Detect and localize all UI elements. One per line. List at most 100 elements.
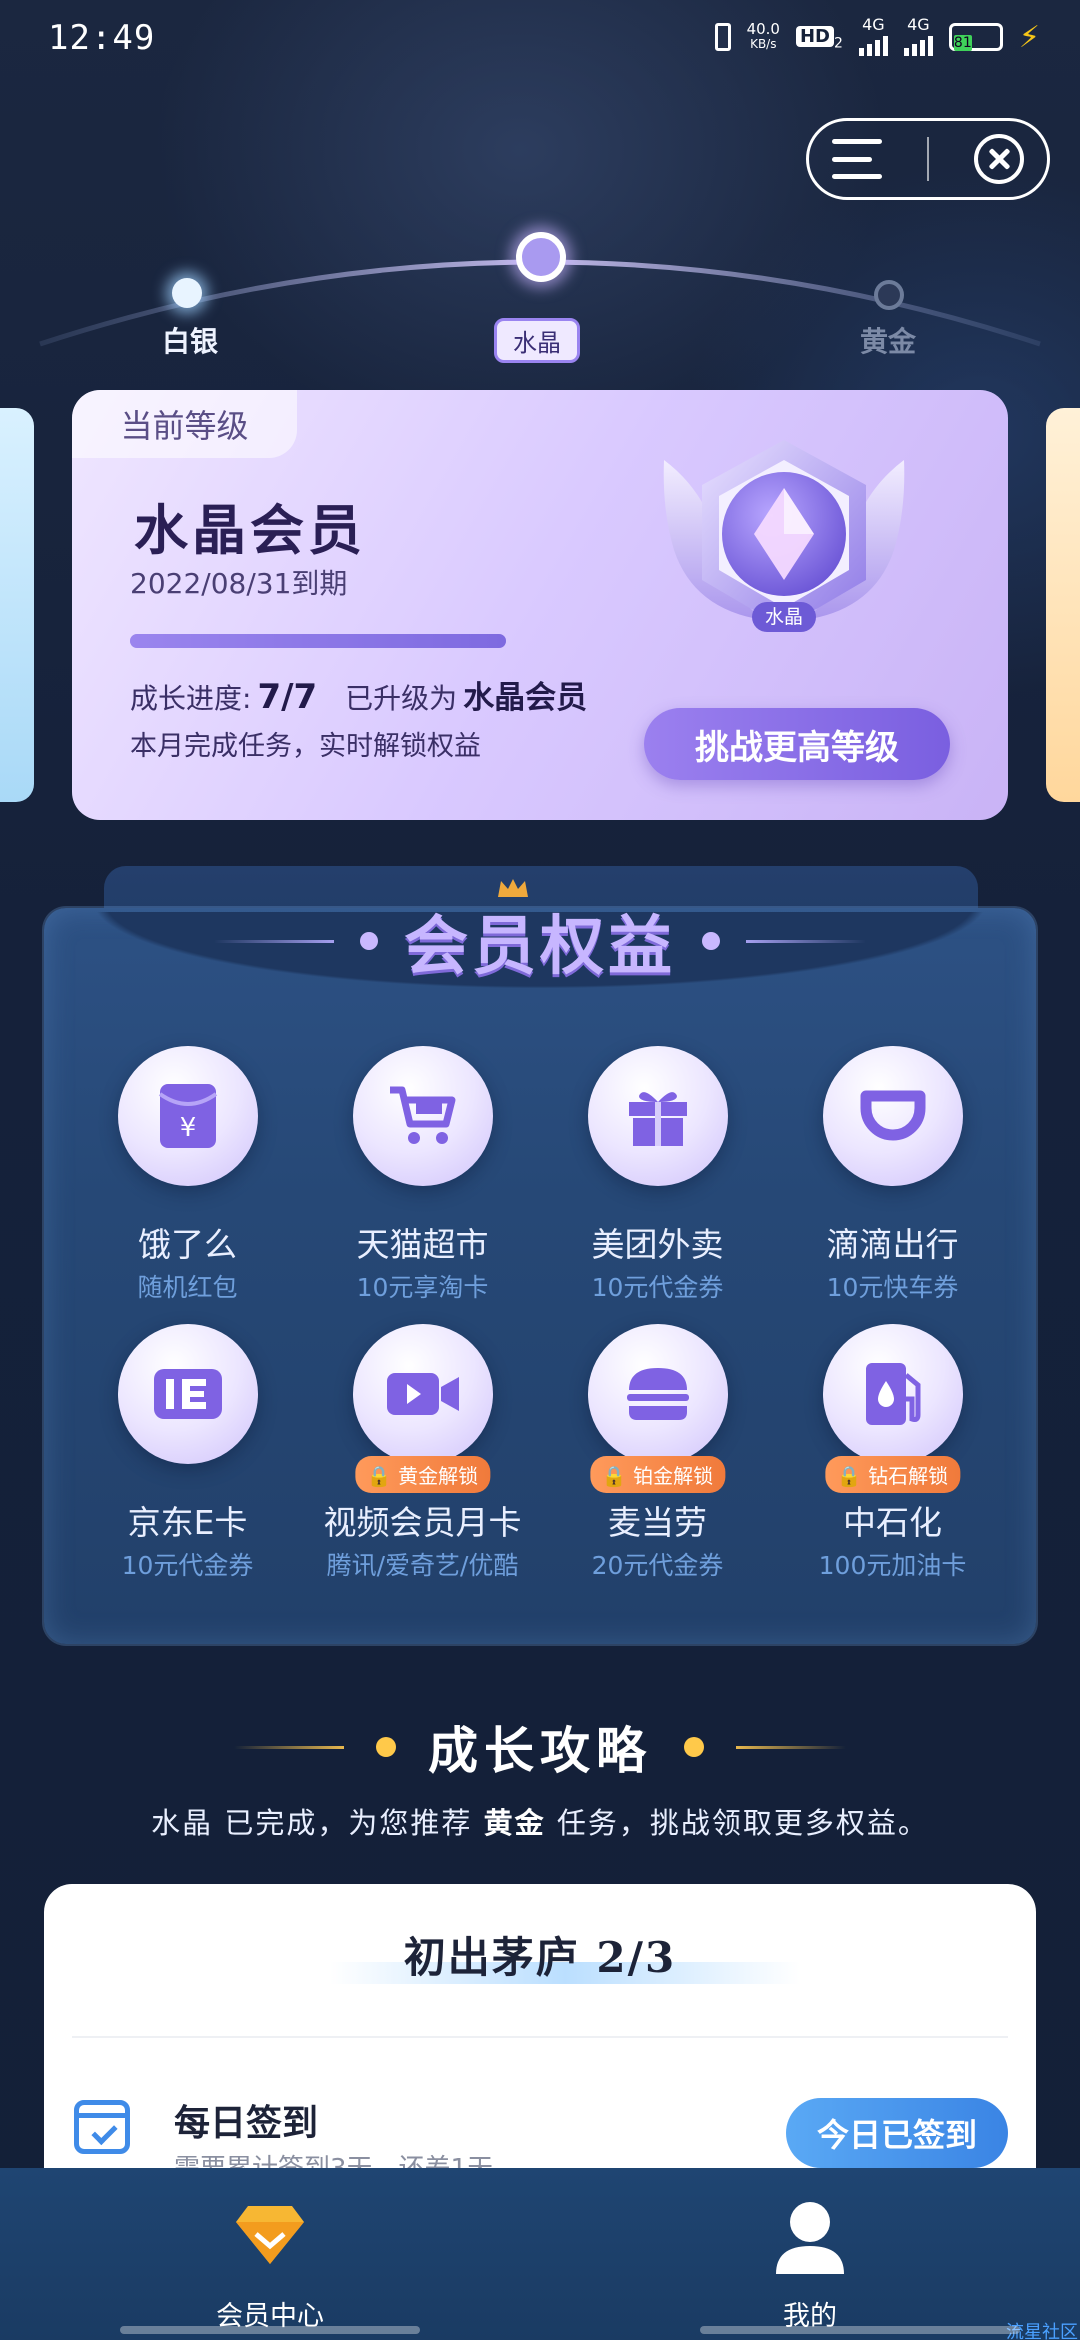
bottom-nav: 会员中心 我的 (0, 2168, 1080, 2340)
lock-text: 铂金解锁 (633, 1464, 714, 1488)
status-time: 12:49 (48, 18, 156, 58)
benefit-item-jd[interactable]: 京东E卡 10元代金券 (70, 1324, 305, 1602)
benefit-name: 中石化 (843, 1503, 942, 1542)
video-camera-icon (352, 1324, 493, 1464)
strategy-line-right (736, 1745, 846, 1749)
gesture-bar-right (700, 2326, 1020, 2334)
signal-2: 4G (903, 15, 933, 56)
red-envelope-icon: ¥ (117, 1046, 258, 1186)
growth-progress-fill (130, 634, 506, 648)
divider (72, 2036, 1008, 2038)
diamond-icon (236, 2206, 304, 2264)
level-hint: 本月完成任务，实时解锁权益 (130, 731, 481, 762)
strategy-header: 成长攻略 (0, 1712, 1080, 1782)
benefit-name: 滴滴出行 (826, 1225, 959, 1264)
signal-bars-icon (903, 32, 933, 56)
lock-badge: 🔒 黄金解锁 (354, 1456, 491, 1493)
level-label-gold[interactable]: 黄金 (860, 320, 916, 360)
expire-date: 2022/08/31到期 (130, 567, 348, 600)
vibrate-icon (714, 23, 731, 51)
next-level-card[interactable] (1046, 408, 1080, 802)
battery-icon: 81 (948, 23, 1003, 51)
burger-icon (587, 1324, 728, 1464)
growth-value: 7/7 (257, 677, 318, 717)
benefit-item-didi[interactable]: 滴滴出行 10元快车券 (775, 1046, 1010, 1324)
lock-text: 钻石解锁 (868, 1464, 949, 1488)
benefit-sub: 腾讯/爱奇艺/优酷 (326, 1551, 519, 1580)
e-card-icon (117, 1324, 258, 1464)
benefit-sub: 100元加油卡 (818, 1551, 967, 1580)
level-label-crystal[interactable]: 水晶 (494, 318, 580, 363)
status-indicators: 40.0 KB/s HD 2 4G 4G 81 ⚡ (714, 15, 1040, 56)
title-dot-right (702, 932, 720, 950)
shopping-cart-icon (352, 1046, 493, 1186)
benefit-sub: 10元享淘卡 (356, 1273, 489, 1302)
battery-level: 81 (953, 35, 972, 51)
benefit-item-sinopec[interactable]: 🔒 钻石解锁 中石化 100元加油卡 (775, 1324, 1010, 1602)
net-speed: 40.0 KB/s (747, 22, 780, 52)
close-icon[interactable] (974, 134, 1025, 184)
level-dot-silver[interactable] (172, 278, 202, 308)
sim1-label: 4G (862, 15, 885, 34)
didi-logo-icon (822, 1046, 963, 1186)
menu-icon[interactable] (831, 139, 882, 179)
crown-icon (498, 879, 528, 897)
signal-bars-icon (858, 32, 888, 56)
signed-in-today-button[interactable]: 今日已签到 (786, 2098, 1008, 2168)
benefit-sub: 10元代金券 (591, 1273, 724, 1302)
level-dot-gold[interactable] (874, 280, 904, 310)
strategy-sub-level: 黄金 (483, 1806, 546, 1840)
task-name: 每日签到 (174, 2102, 319, 2144)
signal-1: 4G (858, 15, 888, 56)
level-label-silver[interactable]: 白银 (162, 320, 218, 360)
lock-text: 黄金解锁 (398, 1464, 479, 1488)
net-speed-value: 40.0 (746, 20, 780, 38)
level-title: 水晶会员 (134, 498, 366, 562)
benefit-sub: 10元快车券 (826, 1273, 959, 1302)
strategy-sub-prefix: 水晶 已完成，为您推荐 (151, 1806, 484, 1840)
current-level-card: 当前等级 水晶会员 2022/08/31到期 成长进度: 7/7 已升级为 水晶… (72, 390, 1008, 820)
mini-app-capsule (806, 118, 1050, 200)
lock-badge: 🔒 钻石解锁 (824, 1456, 961, 1493)
benefit-sub: 20元代金券 (591, 1551, 724, 1580)
benefit-item-eleme[interactable]: ¥ 饿了么 随机红包 (70, 1046, 305, 1324)
gesture-bar-left (120, 2326, 420, 2334)
sim2-label: 4G (907, 15, 930, 34)
upgraded-level: 水晶会员 (463, 680, 588, 716)
strategy-dot-left (376, 1737, 396, 1757)
gift-box-icon (587, 1046, 728, 1186)
upgraded-prefix: 已升级为 (345, 682, 458, 715)
lock-badge: 🔒 铂金解锁 (589, 1456, 726, 1493)
prev-level-card[interactable] (0, 408, 34, 802)
capsule-divider (926, 137, 929, 181)
benefit-item-video[interactable]: 🔒 黄金解锁 视频会员月卡 腾讯/爱奇艺/优酷 (305, 1324, 540, 1602)
benefit-name: 饿了么 (138, 1225, 237, 1264)
benefit-name: 京东E卡 (127, 1503, 248, 1542)
strategy-subtitle: 水晶 已完成，为您推荐 黄金 任务，挑战领取更多权益。 (0, 1800, 1080, 1842)
stage-title: 初出茅庐 2/3 (403, 1933, 677, 1982)
benefit-item-tmall[interactable]: 天猫超市 10元享淘卡 (305, 1046, 540, 1324)
hd-indicator: HD 2 (795, 23, 843, 52)
benefit-name: 视频会员月卡 (323, 1503, 522, 1542)
user-icon (776, 2202, 844, 2274)
growth-label: 成长进度: (130, 682, 252, 715)
benefit-item-mcdonalds[interactable]: 🔒 铂金解锁 麦当劳 20元代金券 (540, 1324, 775, 1602)
strategy-sub-suffix: 任务，挑战领取更多权益。 (545, 1806, 929, 1840)
svg-text:¥: ¥ (179, 1113, 196, 1143)
benefit-sub: 随机红包 (137, 1273, 238, 1302)
benefit-name: 美团外卖 (591, 1225, 724, 1264)
benefits-title: 会员权益 (0, 879, 1080, 986)
title-line-left (214, 939, 334, 943)
benefit-item-meituan[interactable]: 美团外卖 10元代金券 (540, 1046, 775, 1324)
title-dot-left (360, 932, 378, 950)
fuel-pump-icon (822, 1324, 963, 1464)
growth-status: 成长进度: 7/7 已升级为 水晶会员 (130, 672, 587, 717)
calendar-check-icon (74, 2100, 130, 2154)
level-dot-crystal[interactable] (516, 232, 566, 282)
badge-label: 水晶 (764, 606, 803, 628)
hd-badge: HD (795, 25, 834, 47)
challenge-higher-level-button[interactable]: 挑战更高等级 (644, 708, 950, 780)
current-level-tag: 当前等级 (72, 390, 297, 458)
benefit-sub: 10元代金券 (121, 1551, 254, 1580)
hd-sub: 2 (834, 35, 843, 52)
